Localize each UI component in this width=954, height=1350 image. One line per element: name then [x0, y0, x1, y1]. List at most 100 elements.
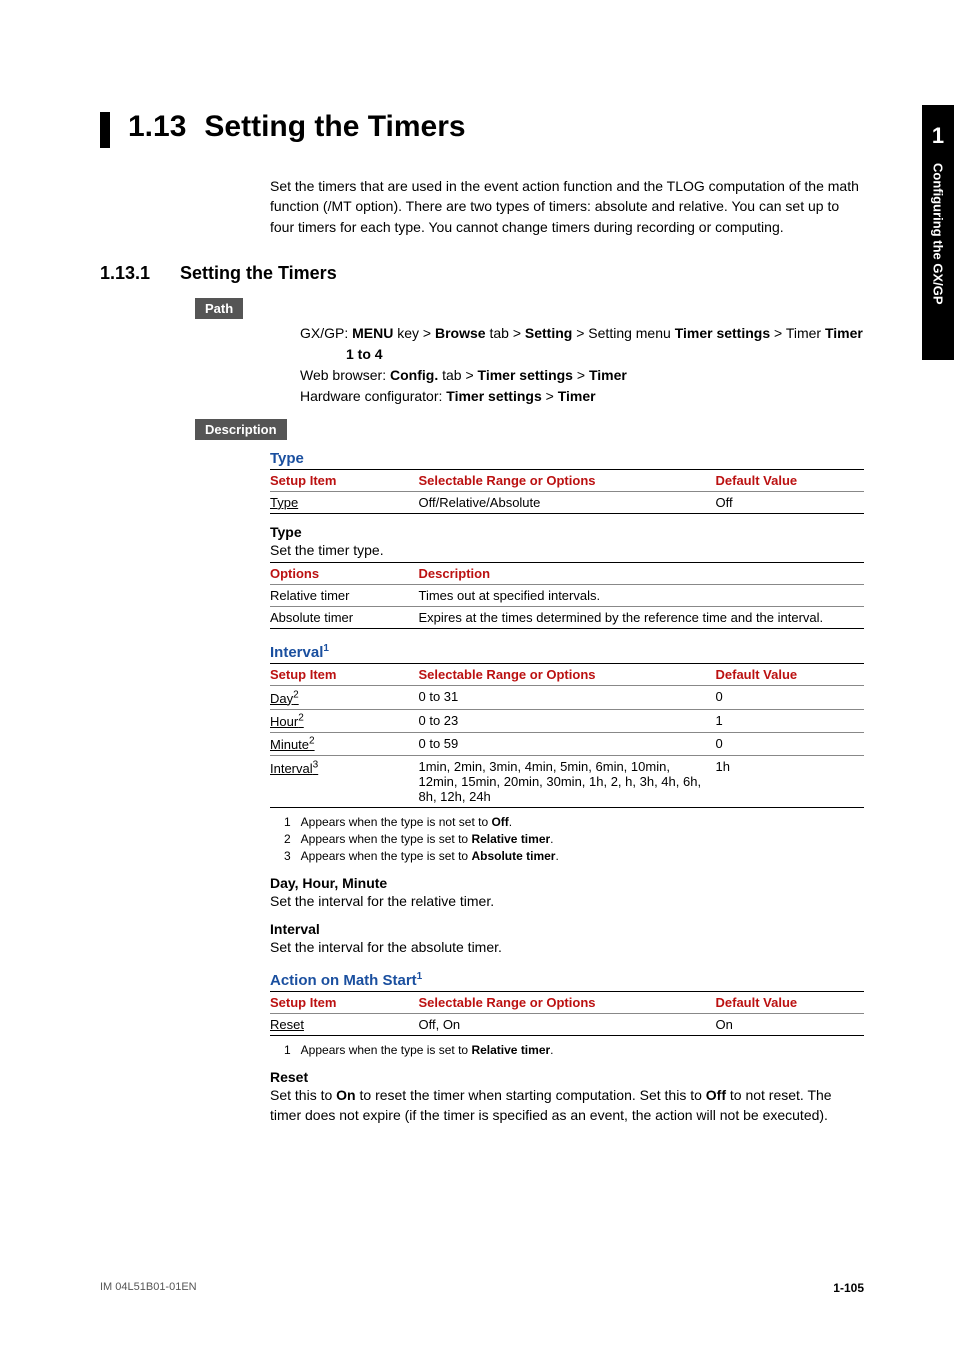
path-line-2: Web browser: Config. tab > Timer setting…	[300, 365, 864, 386]
action-table: Setup Item Selectable Range or Options D…	[270, 991, 864, 1036]
heading-2-number: 1.13.1	[100, 263, 180, 284]
superscript: 1	[323, 643, 329, 654]
type-options-table: Options Description Relative timer Times…	[270, 562, 864, 629]
path-text: > Setting menu	[572, 325, 674, 341]
table-header-row: Options Description	[270, 563, 864, 585]
path-text: >	[573, 367, 589, 383]
td-option-desc: Times out at specified intervals.	[419, 585, 865, 607]
td-option-name: Relative timer	[270, 585, 419, 607]
superscript: 1	[417, 971, 423, 982]
path-key: Browse	[435, 325, 486, 341]
th-options-name: Options	[270, 563, 419, 585]
path-key: Timer settings	[446, 388, 541, 404]
td-setup-item: Interval3	[270, 756, 419, 808]
th-default: Default Value	[716, 992, 865, 1014]
th-options: Selectable Range or Options	[419, 992, 716, 1014]
th-default: Default Value	[716, 469, 865, 491]
description-pill-wrap: Description	[195, 419, 864, 444]
chapter-number-side: 1	[922, 123, 954, 149]
interval-section: Interval1 Setup Item Selectable Range or…	[270, 643, 864, 957]
table-row: Minute2 0 to 59 0	[270, 732, 864, 755]
path-key: Timer	[589, 367, 627, 383]
page-footer: IM 04L51B01-01EN 1-105	[100, 1281, 864, 1295]
heading-1-number: 1.13	[128, 110, 186, 144]
note-2: 2 Appears when the type is set to Relati…	[270, 831, 864, 848]
type-sub-text: Set the timer type.	[270, 540, 864, 560]
action-title-text: Action on Math Start	[270, 972, 417, 989]
th-options: Selectable Range or Options	[419, 469, 716, 491]
dhm-title: Day, Hour, Minute	[270, 875, 864, 891]
td-default: 0	[716, 732, 865, 755]
bold-off: Off	[491, 815, 508, 829]
bold-off: Off	[706, 1087, 726, 1103]
path-text: Web browser:	[300, 367, 390, 383]
interval-sub-title: Interval	[270, 921, 864, 937]
path-key: Setting	[525, 325, 572, 341]
td-options: Off/Relative/Absolute	[419, 491, 716, 513]
td-setup-item: Type	[270, 491, 419, 513]
reset-text: Set this to On to reset the timer when s…	[270, 1085, 864, 1126]
bold-relative: Relative timer	[471, 1043, 550, 1057]
link-day[interactable]: Day2	[270, 691, 299, 706]
action-note-1: 1 Appears when the type is set to Relati…	[270, 1042, 864, 1059]
table-row: Day2 0 to 31 0	[270, 686, 864, 709]
td-options: 1min, 2min, 3min, 4min, 5min, 6min, 10mi…	[419, 756, 716, 808]
interval-title-text: Interval	[270, 644, 323, 661]
interval-table: Setup Item Selectable Range or Options D…	[270, 663, 864, 808]
bold-absolute: Absolute timer	[471, 849, 555, 863]
td-default: 1h	[716, 756, 865, 808]
path-text: Hardware configurator:	[300, 388, 446, 404]
page: 1 Configuring the GX/GP 1.13 Setting the…	[0, 0, 954, 1350]
path-block: GX/GP: MENU key > Browse tab > Setting >…	[300, 323, 864, 407]
td-option-desc: Expires at the times determined by the r…	[419, 607, 865, 629]
path-text: tab >	[438, 367, 477, 383]
td-setup-item: Day2	[270, 686, 419, 709]
path-key: MENU	[352, 325, 393, 341]
path-text: GX/GP:	[300, 325, 352, 341]
path-pill-wrap: Path	[195, 298, 864, 323]
heading-1-title: Setting the Timers	[204, 110, 465, 144]
link-hour[interactable]: Hour2	[270, 714, 304, 729]
footer-page-number: 1-105	[833, 1281, 864, 1295]
path-text: > Timer	[770, 325, 825, 341]
table-header-row: Setup Item Selectable Range or Options D…	[270, 992, 864, 1014]
table-row: Absolute timer Expires at the times dete…	[270, 607, 864, 629]
path-line-3: Hardware configurator: Timer settings > …	[300, 386, 864, 407]
path-text: tab >	[486, 325, 525, 341]
link-type[interactable]: Type	[270, 495, 298, 510]
path-text: key >	[393, 325, 435, 341]
td-setup-item: Minute2	[270, 732, 419, 755]
table-row: Interval3 1min, 2min, 3min, 4min, 5min, …	[270, 756, 864, 808]
heading-1-row: 1.13 Setting the Timers	[100, 110, 864, 148]
table-header-row: Setup Item Selectable Range or Options D…	[270, 469, 864, 491]
th-setup-item: Setup Item	[270, 664, 419, 686]
link-minute[interactable]: Minute2	[270, 737, 315, 752]
path-key: Config.	[390, 367, 438, 383]
path-key: Timer	[558, 388, 596, 404]
td-options: Off, On	[419, 1014, 716, 1036]
interval-sub-text: Set the interval for the absolute timer.	[270, 937, 864, 957]
interval-notes: 1 Appears when the type is not set to Of…	[270, 814, 864, 864]
intro-paragraph: Set the timers that are used in the even…	[270, 176, 864, 237]
link-interval[interactable]: Interval3	[270, 761, 318, 776]
footer-left: IM 04L51B01-01EN	[100, 1281, 197, 1295]
path-line-1: GX/GP: MENU key > Browse tab > Setting >…	[300, 323, 864, 344]
note-1: 1 Appears when the type is not set to Of…	[270, 814, 864, 831]
description-pill: Description	[195, 419, 287, 440]
type-table: Setup Item Selectable Range or Options D…	[270, 469, 864, 514]
bold-on: On	[336, 1087, 355, 1103]
td-options: 0 to 31	[419, 686, 716, 709]
path-key: Timer settings	[478, 367, 573, 383]
td-default: Off	[716, 491, 865, 513]
th-setup-item: Setup Item	[270, 992, 419, 1014]
path-line-1b: 1 to 4	[346, 344, 864, 365]
reset-text-c: to reset the timer when starting computa…	[356, 1087, 706, 1103]
heading-2-title: Setting the Timers	[180, 263, 337, 284]
path-text: >	[542, 388, 558, 404]
action-notes: 1 Appears when the type is set to Relati…	[270, 1042, 864, 1059]
td-options: 0 to 59	[419, 732, 716, 755]
action-section: Action on Math Start1 Setup Item Selecta…	[270, 971, 864, 1125]
td-default: 1	[716, 709, 865, 732]
interval-title: Interval1	[270, 643, 864, 661]
link-reset[interactable]: Reset	[270, 1017, 304, 1032]
